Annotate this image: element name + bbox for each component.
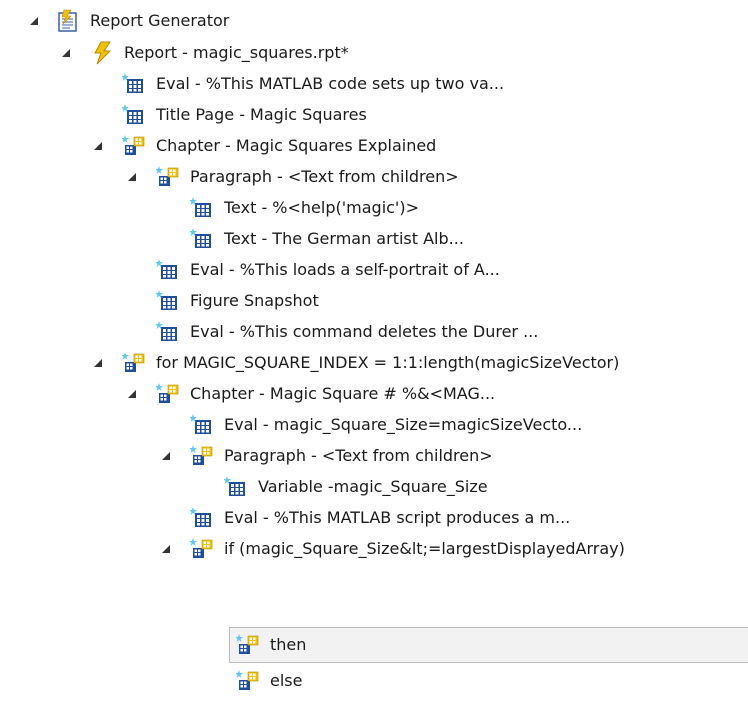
tree-node-paragraph[interactable]: Paragraph - <Text from children> — [190, 440, 493, 471]
component-icon — [156, 320, 180, 344]
tree-node-figure-snapshot[interactable]: Figure Snapshot — [156, 285, 319, 316]
tree-node-label: Chapter - Magic Square # %&<MAG... — [190, 383, 496, 403]
tree-node-label: Title Page - Magic Squares — [156, 104, 367, 124]
tree-node-label: Report - magic_squares.rpt* — [124, 42, 349, 62]
tree-node-label: Paragraph - <Text from children> — [224, 445, 493, 465]
component-icon — [122, 72, 146, 96]
tree-node-label: Paragraph - <Text from children> — [190, 166, 459, 186]
tree-node-paragraph[interactable]: Paragraph - <Text from children> — [156, 161, 459, 192]
expand-triangle-icon[interactable] — [28, 15, 40, 27]
tree-node-label: Eval - %This loads a self-portrait of A.… — [190, 259, 500, 279]
tree-node-label: Chapter - Magic Squares Explained — [156, 135, 437, 155]
expand-triangle-icon[interactable] — [126, 171, 138, 183]
parent-component-icon — [190, 444, 214, 468]
parent-component-icon — [236, 669, 260, 693]
tree-node-label: else — [270, 670, 303, 690]
tree-node-label: if (magic_Square_Size&lt;=largestDisplay… — [224, 538, 625, 558]
tree-node-label: Text - %<help('magic')> — [224, 197, 419, 217]
tree-node-chapter[interactable]: Chapter - Magic Square # %&<MAG... — [156, 378, 495, 409]
tree-node-report-generator[interactable]: Report Generator — [56, 5, 229, 36]
tree-node-variable[interactable]: Variable -magic_Square_Size — [224, 471, 488, 502]
tree-node-label: Report Generator — [90, 10, 230, 30]
parent-component-icon — [236, 633, 260, 657]
tree-node-chapter[interactable]: Chapter - Magic Squares Explained — [122, 130, 436, 161]
tree-node-label: Eval - %This MATLAB script produces a m.… — [224, 507, 571, 527]
tree-node-for-loop[interactable]: for MAGIC_SQUARE_INDEX = 1:1:length(magi… — [122, 347, 619, 378]
tree-node-eval[interactable]: Eval - %This loads a self-portrait of A.… — [156, 254, 500, 285]
component-icon — [190, 227, 214, 251]
tree-node-report[interactable]: Report - magic_squares.rpt* — [90, 37, 349, 68]
expand-triangle-icon[interactable] — [60, 47, 72, 59]
expand-triangle-icon[interactable] — [160, 543, 172, 555]
tree-node-component[interactable]: Title Page - Magic Squares — [122, 99, 367, 130]
tree-node-text[interactable]: Text - %<help('magic')> — [190, 192, 419, 223]
tree-node-then[interactable]: then — [229, 627, 748, 663]
tree-node-component[interactable]: Eval - %This MATLAB code sets up two va.… — [122, 68, 504, 99]
tree-node-label: Figure Snapshot — [190, 290, 319, 310]
parent-component-icon — [156, 382, 180, 406]
tree-node-else[interactable]: else — [236, 665, 302, 696]
component-icon — [224, 475, 248, 499]
tree-node-label: Text - The German artist Alb... — [224, 228, 464, 248]
tree-node-eval[interactable]: Eval - magic_Square_Size=magicSizeVecto.… — [190, 409, 582, 440]
tree-node-label: for MAGIC_SQUARE_INDEX = 1:1:length(magi… — [156, 352, 620, 372]
expand-triangle-icon[interactable] — [92, 357, 104, 369]
parent-component-icon — [122, 351, 146, 375]
parent-component-icon — [190, 537, 214, 561]
tree-node-eval[interactable]: Eval - %This MATLAB script produces a m.… — [190, 502, 570, 533]
report-lightning-icon — [90, 41, 114, 65]
tree-node-text[interactable]: Text - The German artist Alb... — [190, 223, 464, 254]
component-icon — [156, 258, 180, 282]
report-explorer-tree: Report Generator Report - magic_squares.… — [0, 0, 748, 722]
tree-node-eval[interactable]: Eval - %This command deletes the Durer .… — [156, 316, 538, 347]
component-icon — [122, 103, 146, 127]
component-icon — [190, 196, 214, 220]
expand-triangle-icon[interactable] — [126, 388, 138, 400]
expand-triangle-icon[interactable] — [92, 140, 104, 152]
tree-node-label: Variable -magic_Square_Size — [258, 476, 488, 496]
tree-node-label: Eval - magic_Square_Size=magicSizeVecto.… — [224, 414, 583, 434]
tree-node-label: then — [270, 635, 307, 654]
tree-node-label: Eval - %This MATLAB code sets up two va.… — [156, 73, 505, 93]
component-icon — [190, 506, 214, 530]
parent-component-icon — [156, 165, 180, 189]
report-generator-icon — [56, 9, 80, 33]
component-icon — [190, 413, 214, 437]
expand-triangle-icon[interactable] — [160, 450, 172, 462]
component-icon — [156, 289, 180, 313]
parent-component-icon — [122, 134, 146, 158]
tree-node-label: Eval - %This command deletes the Durer .… — [190, 321, 539, 341]
tree-node-if[interactable]: if (magic_Square_Size&lt;=largestDisplay… — [190, 533, 625, 564]
